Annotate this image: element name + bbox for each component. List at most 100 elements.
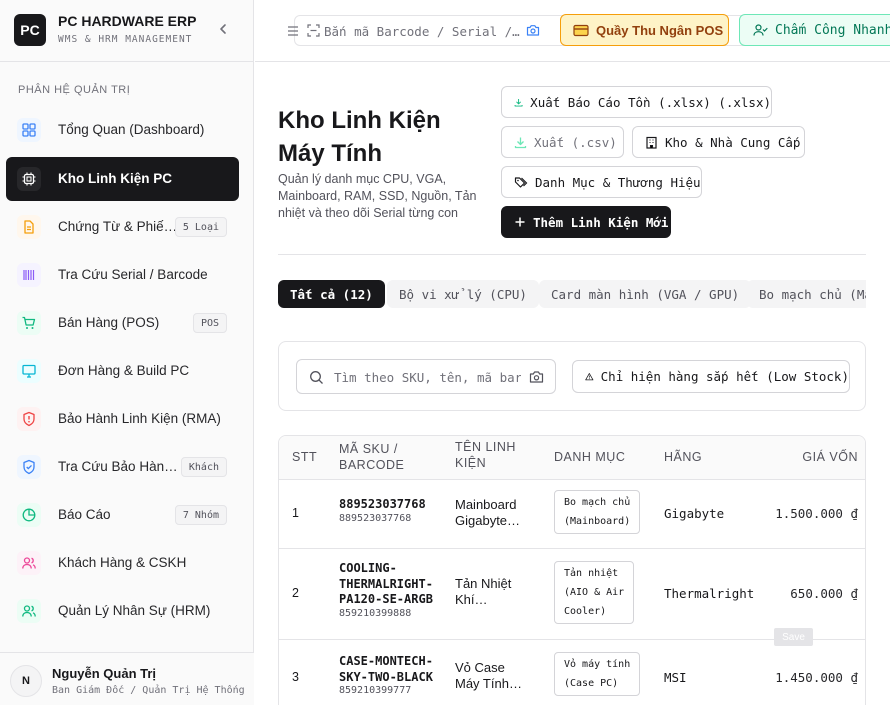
category-line: Tản nhiệt [564,568,619,579]
row-brand: Gigabyte [664,506,725,521]
tab-all[interactable]: Tất cả (12) [278,280,385,308]
product-search-input[interactable]: Tìm theo SKU, tên, mã barcode... [296,359,556,394]
category-tag: Tản nhiệt (AIO & Air Cooler) [554,561,635,624]
sidebar-item-label: Tra Cứu Serial / Barcode [58,267,208,282]
sidebar-item-label: Bảo Hành Linh Kiện (RMA) [58,411,221,426]
col-sku: MÃ SKU / BARCODE [339,441,404,473]
collapse-sidebar-button[interactable] [212,18,234,40]
users-icon [17,551,41,575]
product-search-placeholder: Tìm theo SKU, tên, mã barcode... [334,370,521,385]
brand-header: PC PC HARDWARE ERP WMS & HRM MANAGEMENT [0,0,254,62]
sidebar-item-label: Tổng Quan (Dashboard) [58,122,205,137]
row-product-name[interactable]: Tản Nhiệt Khí… [455,576,535,608]
user-check-icon [753,24,768,36]
categories-brands-button[interactable]: Danh Mục & Thương Hiệu [501,166,702,198]
monitor-icon [17,359,41,383]
user-role: Ban Giám Đốc / Quản Trị Hệ Thống [52,685,245,696]
sidebar-item-hrm[interactable]: Quản Lý Nhân Sự (HRM) [6,589,239,633]
col-brand: HÃNG [664,450,703,464]
pos-cashier-button[interactable]: Quầy Thu Ngân POS [560,14,729,46]
export-csv-label: Xuất (.csv) [534,134,617,150]
credit-card-icon [573,24,589,36]
sidebar: PC PC HARDWARE ERP WMS & HRM MANAGEMENT … [0,0,254,705]
sidebar-item-label: Bán Hàng (POS) [58,315,160,330]
export-csv-button[interactable]: Xuất (.csv) [501,126,624,158]
top-header: Bắn mã Barcode / Serial / SKU... Quầy Th… [255,0,890,62]
sidebar-item-orders[interactable]: Đơn Hàng & Build PC [6,349,239,393]
download-icon [514,137,527,148]
row-sku: CASE-MONTECH- SKY-TWO-BLACK 859210399777 [339,654,433,696]
sidebar-item-dashboard[interactable]: Tổng Quan (Dashboard) [6,108,239,152]
col-name-line2: KIỆN [455,456,487,470]
sidebar-item-pc-components[interactable]: Kho Linh Kiện PC [6,157,239,201]
categories-brands-label: Danh Mục & Thương Hiệu [535,174,701,190]
tab-mainboard[interactable]: Bo mạch chủ (Mainboard) [747,280,866,308]
search-icon [309,370,324,390]
pos-cashier-label: Quầy Thu Ngân POS [596,22,724,38]
sidebar-item-label: Kho Linh Kiện PC [58,171,172,186]
category-line: (AIO & Air [564,587,625,598]
row-sku: COOLING- THERMALRIGHT- PA120-SE-ARGB 859… [339,561,433,619]
category-tag: Vỏ máy tính (Case PC) [554,652,641,696]
add-component-button[interactable]: Thêm Linh Kiện Mới [501,206,671,238]
col-sku-line1: MÃ SKU / [339,442,398,456]
warning-triangle-icon [585,373,594,381]
download-icon [514,98,523,106]
sidebar-item-badge: POS [192,313,227,333]
barcode-text: 889523037768 [339,512,412,524]
avatar: N [10,665,42,697]
tab-cpu[interactable]: Bộ vi xử lý (CPU) [387,280,539,308]
sku-line: SKY-TWO-BLACK [339,669,433,684]
sidebar-item-customers[interactable]: Khách Hàng & CSKH [6,541,239,585]
sidebar-item-vouchers[interactable]: Chứng Từ & Phiếu Kho 5 Loại [6,205,239,249]
scan-icon [307,24,320,42]
table-row[interactable]: 3 CASE-MONTECH- SKY-TWO-BLACK 8592103997… [279,640,865,705]
col-sku-line2: BARCODE [339,458,405,472]
sidebar-item-serial-lookup[interactable]: Tra Cứu Serial / Barcode [6,253,239,297]
add-component-label: Thêm Linh Kiện Mới [533,214,669,230]
document-icon [17,215,41,239]
building-icon [646,136,657,149]
name-line: Khí… [455,592,488,607]
low-stock-filter-label: Chỉ hiện hàng sắp hết (Low Stock) [600,369,849,384]
table-row[interactable]: 2 COOLING- THERMALRIGHT- PA120-SE-ARGB 8… [279,549,865,640]
sidebar-item-label: Khách Hàng & CSKH [58,555,187,570]
row-cost: 1.500.000 ₫ [775,506,858,521]
row-stt: 1 [292,506,299,520]
brand-title: PC HARDWARE ERP [58,13,197,29]
hamburger-icon[interactable] [287,24,299,43]
sidebar-item-warranty-lookup[interactable]: Tra Cứu Bảo Hành Khách Khách [6,445,239,489]
quick-attendance-label: Chấm Công Nhanh [775,22,890,38]
sidebar-item-label: Đơn Hàng & Build PC [58,363,190,378]
warehouse-suppliers-button[interactable]: Kho & Nhà Cung Cấp [632,126,805,158]
category-tabs: Tất cả (12) Bộ vi xử lý (CPU) Card màn h… [278,254,866,308]
camera-icon[interactable] [526,24,540,42]
row-product-name[interactable]: Mainboard Gigabyte… [455,497,535,529]
col-category: DANH MỤC [554,450,626,464]
category-line: (Case PC) [564,678,619,689]
inventory-table: STT MÃ SKU / BARCODE TÊN LINH KIỆN DANH … [278,435,866,705]
plus-icon [515,217,525,227]
camera-icon[interactable] [529,370,544,389]
user-name: Nguyễn Quản Trị [52,666,157,681]
export-xlsx-button[interactable]: Xuất Báo Cáo Tồn (.xlsx) (.xlsx) [501,86,772,118]
name-line: Máy Tính… [455,676,522,691]
low-stock-filter-button[interactable]: Chỉ hiện hàng sắp hết (Low Stock) [572,360,850,393]
sidebar-section-label: PHÂN HỆ QUẢN TRỊ [18,84,131,96]
sidebar-item-reports[interactable]: Báo Cáo 7 Nhóm [6,493,239,537]
row-stt: 3 [292,670,299,684]
table-row[interactable]: 1 889523037768 889523037768 Mainboard Gi… [279,481,865,549]
sidebar-item-rma[interactable]: Bảo Hành Linh Kiện (RMA) [6,397,239,441]
user-profile[interactable]: N Nguyễn Quản Trị Ban Giám Đốc / Quản Tr… [0,652,254,705]
sku-line: 889523037768 [339,497,426,511]
row-product-name[interactable]: Vỏ Case Máy Tính… [455,660,535,692]
sidebar-item-pos[interactable]: Bán Hàng (POS) POS [6,301,239,345]
tab-vga[interactable]: Card màn hình (VGA / GPU) [539,280,752,308]
category-line: Bo mạch chủ [564,497,631,508]
row-sku: 889523037768 889523037768 [339,497,426,524]
brand-subtitle: WMS & HRM MANAGEMENT [58,34,193,45]
save-tooltip: Save [774,628,813,646]
row-brand: MSI [664,670,687,685]
barcode-text: 859210399888 [339,607,412,619]
quick-attendance-button[interactable]: Chấm Công Nhanh [739,14,890,46]
